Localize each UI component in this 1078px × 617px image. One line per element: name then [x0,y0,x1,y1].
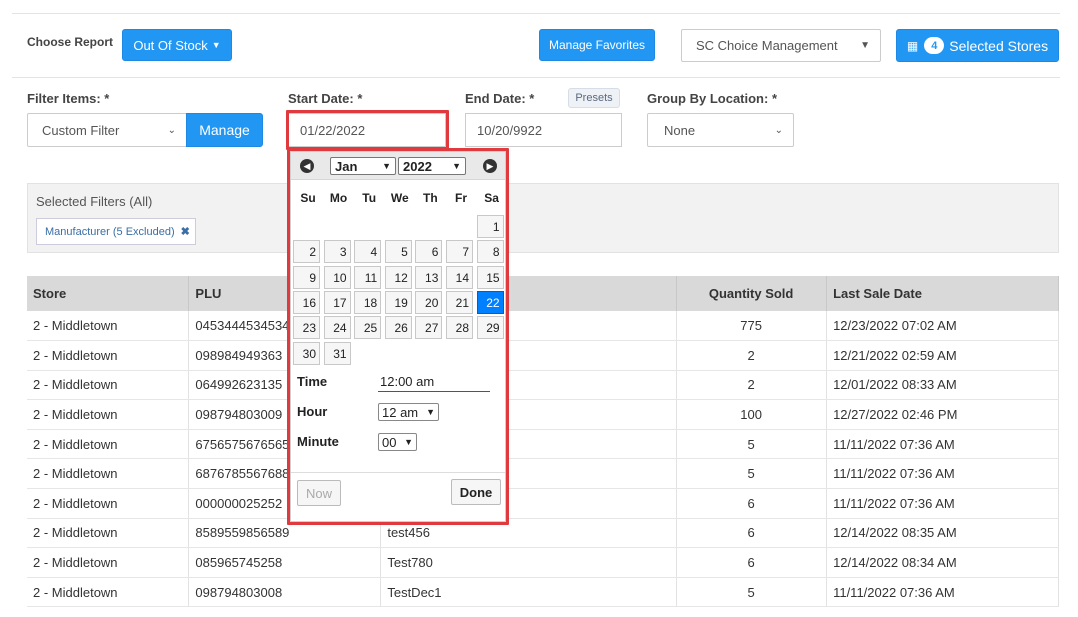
table-cell: 12/23/2022 07:02 AM [826,311,1059,342]
caret-down-icon: ▼ [860,40,870,51]
table-cell: 6 [676,518,828,549]
chevron-down-icon: ⌄ [167,124,176,136]
table-cell: 2 - Middletown [27,311,190,342]
filter-items-label: Filter Items: * [27,91,110,106]
toolbar-divider [12,77,1060,78]
table-row[interactable]: 2 - Middletown 098984949363 2 12/21/2022 02… [27,340,1059,371]
table-row[interactable]: 2 - Middletown 6876785567688 5 11/11/2022 0… [27,458,1059,490]
table-cell: 2 [676,370,828,401]
table-cell: 5 [676,429,828,460]
store-group-select[interactable]: SC Choice Management ▼ [681,29,881,62]
selected-filters-title: Selected Filters (All) [36,194,153,209]
manage-favorites-button[interactable]: Manage Favorites [539,29,655,61]
start-date-highlight [286,110,449,150]
table-cell: 6 [676,488,828,519]
table-cell: 2 - Middletown [27,340,190,371]
table-cell: TestDec1 [380,577,678,608]
table-cell: 085965745258 [188,547,382,578]
table-cell: 5 [676,458,828,490]
report-dropdown-label: Out Of Stock [133,37,208,53]
table-row[interactable]: 2 - Middletown 8589559856589 test456 6 12/14… [27,518,1059,549]
table-row[interactable]: 2 - Middletown 098794803009 100 12/27/2022 … [27,399,1059,430]
table-cell: 2 - Middletown [27,488,190,519]
table-cell: 2 - Middletown [27,518,190,549]
datepicker-highlight [287,148,509,525]
table-cell: 11/11/2022 07:36 AM [826,577,1059,608]
table-row[interactable]: 2 - Middletown 064992623135 2 12/01/2022 08… [27,370,1059,401]
table-row[interactable]: 2 - Middletown 6756575676565 5 11/11/2022 0… [27,429,1059,460]
table-cell: 12/01/2022 08:33 AM [826,370,1059,401]
end-date-label: End Date: * [465,91,535,106]
manage-filter-button[interactable]: Manage [186,113,263,147]
table-cell: 11/11/2022 07:36 AM [826,458,1059,490]
table-cell: 12/14/2022 08:35 AM [826,518,1059,549]
table-cell: 2 - Middletown [27,429,190,460]
table-header-row: Store PLU Quantity Sold Last Sale Date [27,276,1059,311]
table-cell: 12/21/2022 02:59 AM [826,340,1059,371]
store-group-value: SC Choice Management [696,38,838,53]
remove-filter-icon[interactable]: ✖ [181,225,190,238]
group-by-location-select[interactable]: None ⌄ [647,113,794,147]
report-dropdown-button[interactable]: Out Of Stock ▼ [122,29,232,61]
group-by-location-label: Group By Location: * [647,91,777,106]
table-cell: 775 [676,311,828,342]
top-divider [12,13,1060,14]
filter-items-value: Custom Filter [42,122,120,138]
table-cell: 2 - Middletown [27,399,190,430]
building-icon: ▦ [906,38,919,53]
table-cell: 2 - Middletown [27,370,190,401]
choose-report-label: Choose Report [27,35,114,49]
table-row[interactable]: 2 - Middletown000000025252n Test1611/11/… [27,488,1059,519]
table-cell: 2 - Middletown [27,547,190,578]
start-date-label: Start Date: * [288,91,363,106]
table-cell: 2 - Middletown [27,458,190,490]
table-cell: 2 [676,340,828,371]
selected-filters-panel: Selected Filters (All) Manufacturer (5 E… [27,183,1059,253]
column-header[interactable]: Quantity Sold [676,276,828,311]
filter-items-select[interactable]: Custom Filter ⌄ [27,113,187,147]
table-cell: 12/14/2022 08:34 AM [826,547,1059,578]
table-row[interactable]: 2 - Middletown 098794803008 TestDec1 5 11/11… [27,577,1059,608]
selected-stores-label: Selected Stores [949,37,1049,54]
manufacturer-filter-chip[interactable]: Manufacturer (5 Excluded) ✖ [36,218,196,245]
caret-down-icon: ▼ [211,40,221,50]
table-cell: 11/11/2022 07:36 AM [826,429,1059,460]
table-cell: 6 [676,547,828,578]
column-header[interactable]: Last Sale Date [826,276,1059,311]
table-cell: 11/11/2022 07:36 AM [826,488,1059,519]
selected-stores-count-badge: 4 [924,37,945,54]
table-cell: Test780 [380,547,678,578]
table-row[interactable]: 2 - Middletown 0453444534534 775 12/23/2022… [27,311,1059,342]
column-header[interactable]: Store [27,276,190,311]
chevron-down-icon: ⌄ [774,124,783,136]
end-date-input[interactable]: 10/20/9922 [465,113,622,147]
table-cell: 5 [676,577,828,608]
selected-stores-button[interactable]: ▦ 4 Selected Stores [896,29,1059,62]
filter-chip-label: Manufacturer (5 Excluded) [45,225,175,238]
group-by-location-value: None [664,122,696,138]
table-cell: 098794803008 [188,577,382,608]
table-row[interactable]: 2 - Middletown 085965745258 Test780 6 12/14/… [27,547,1059,578]
report-table: Store PLU Quantity Sold Last Sale Date 2 - … [27,276,1059,608]
presets-button[interactable]: Presets [568,88,620,108]
table-cell: 100 [676,399,828,430]
table-cell: 2 - Middletown [27,577,190,608]
table-cell: 12/27/2022 02:46 PM [826,399,1059,430]
